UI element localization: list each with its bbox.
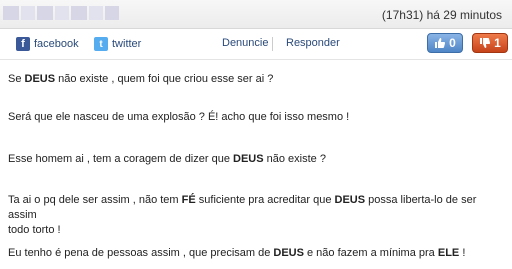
comment-paragraph: Ta ai o pq dele ser assim , não tem FÉ s… [8, 194, 477, 236]
twitter-icon: t [94, 37, 108, 51]
comment-header: (17h31) há 29 minutos [0, 0, 512, 29]
share-facebook-link[interactable]: f facebook [16, 37, 79, 51]
comment-paragraph: Eu tenho é pena de pessoas assim , que p… [8, 247, 466, 259]
facebook-icon: f [16, 37, 30, 51]
vote-down-count: 1 [494, 36, 501, 50]
timestamp: (17h31) há 29 minutos [381, 8, 502, 22]
thumbs-up-icon [434, 37, 446, 49]
blurred-username [3, 6, 119, 20]
facebook-label: facebook [34, 38, 79, 50]
responder-link[interactable]: Responder [286, 37, 340, 49]
vote-down-button[interactable]: 1 [472, 33, 508, 53]
comment-paragraph: Será que ele nasceu de uma explosão ? É!… [8, 111, 350, 123]
action-bar: f facebook t twitter Denuncie Responder … [0, 29, 512, 60]
comment-paragraph: Esse homem ai , tem a coragem de dizer q… [8, 153, 326, 165]
vote-up-count: 0 [449, 36, 456, 50]
vote-up-button[interactable]: 0 [427, 33, 463, 53]
thumbs-down-icon [479, 37, 491, 49]
twitter-label: twitter [112, 38, 142, 50]
divider [272, 37, 273, 51]
share-twitter-link[interactable]: t twitter [94, 37, 141, 51]
comment-paragraph: Se DEUS não existe , quem foi que criou … [8, 73, 274, 85]
denuncie-link[interactable]: Denuncie [222, 37, 268, 49]
